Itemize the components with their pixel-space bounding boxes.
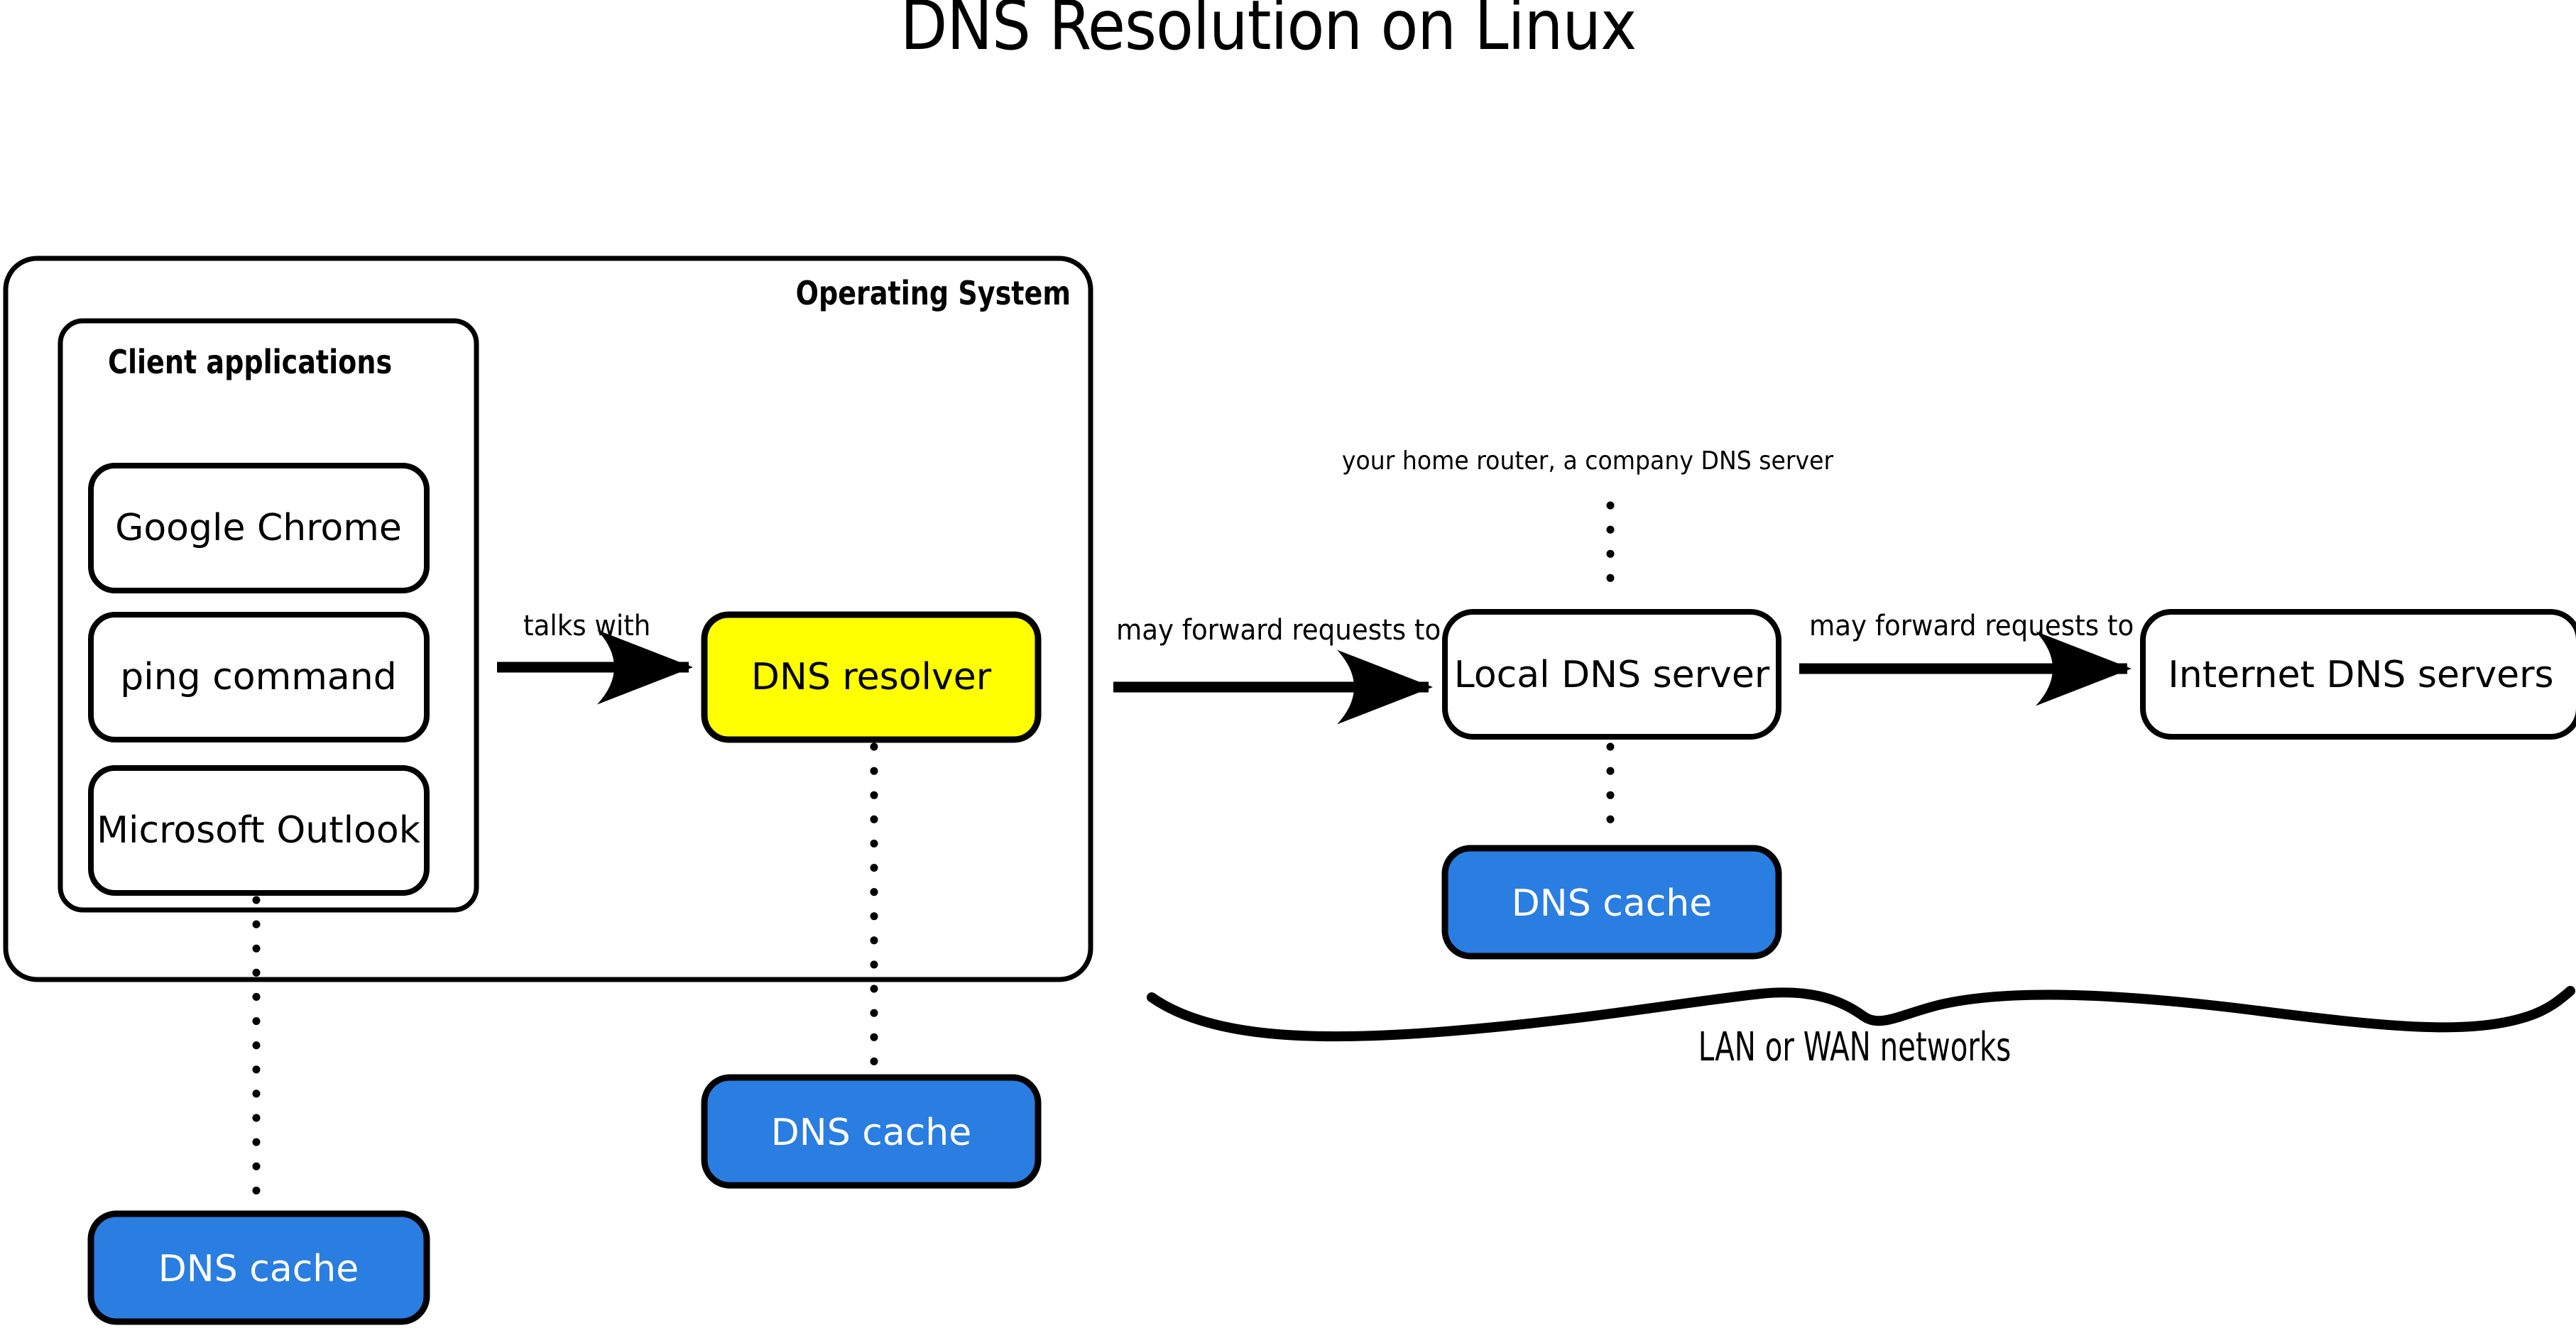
microsoft-outlook-label: Microsoft Outlook xyxy=(97,809,420,852)
internet-dns-servers-label: Internet DNS servers xyxy=(2168,654,2554,696)
diagram-canvas: DNS Resolution on Linux Operating System… xyxy=(0,0,2576,1333)
edge-label-forward-to-local: may forward requests to xyxy=(1116,614,1441,647)
dns-resolver-label: DNS resolver xyxy=(751,656,992,698)
local-dns-server-label: Local DNS server xyxy=(1453,654,1770,696)
client-dns-cache-label: DNS cache xyxy=(158,1248,359,1290)
edge-label-talks-with: talks with xyxy=(523,610,651,642)
network-note-label: LAN or WAN networks xyxy=(1698,1024,2012,1070)
google-chrome-label: Google Chrome xyxy=(115,507,402,549)
server-dns-cache-label: DNS cache xyxy=(1511,882,1713,925)
page-title: DNS Resolution on Linux xyxy=(900,0,1637,65)
router-note-label: your home router, a company DNS server xyxy=(1341,446,1834,476)
operating-system-label: Operating System xyxy=(795,274,1071,312)
resolver-dns-cache-label: DNS cache xyxy=(770,1112,972,1154)
edge-label-forward-to-internet: may forward requests to xyxy=(1809,610,2134,642)
ping-command-label: ping command xyxy=(120,656,397,698)
client-applications-label: Client applications xyxy=(108,343,393,381)
